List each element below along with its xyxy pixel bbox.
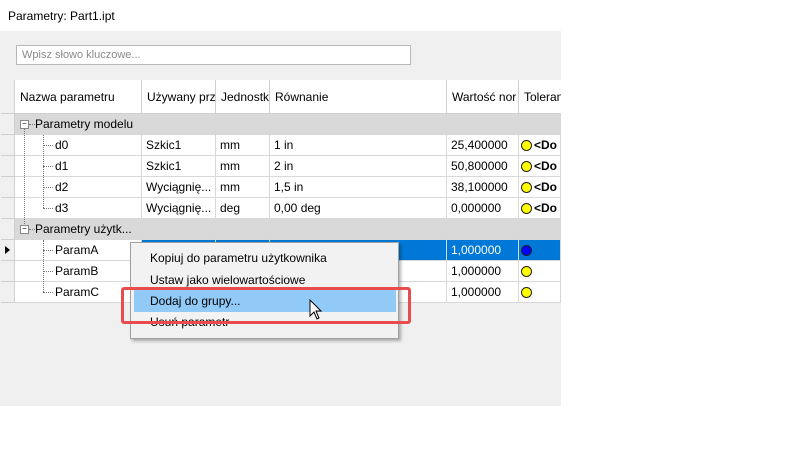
tree-line	[24, 129, 25, 230]
tolerance-dot-icon	[521, 287, 532, 298]
param-tolerance[interactable]: <Do	[519, 156, 561, 177]
tree-line	[29, 229, 35, 230]
search-input[interactable]: Wpisz słowo kluczowe...	[16, 45, 411, 65]
param-value: 1,000000	[447, 240, 519, 261]
tree-line	[43, 208, 53, 209]
collapse-user-group-icon[interactable]: −	[20, 225, 29, 234]
param-value: 1,000000	[447, 282, 519, 303]
param-tolerance[interactable]: <Do	[519, 177, 561, 198]
param-value: 0,000000	[447, 198, 519, 219]
tolerance-dot-icon	[521, 203, 532, 214]
param-used-in[interactable]: Wyciągnię...	[142, 177, 216, 198]
param-value: 1,000000	[447, 261, 519, 282]
tree-line	[43, 240, 44, 292]
row-header[interactable]	[1, 219, 15, 240]
tolerance-dot-icon	[521, 182, 532, 193]
column-header-nominal-value[interactable]: Wartość nor	[447, 80, 519, 114]
collapse-model-group-icon[interactable]: −	[20, 120, 29, 129]
mouse-cursor-icon	[309, 299, 323, 320]
param-value: 25,400000	[447, 135, 519, 156]
param-name[interactable]: d3	[15, 198, 142, 219]
column-header-equation[interactable]: Równanie	[270, 80, 447, 114]
param-used-in[interactable]: Wyciągnię...	[142, 198, 216, 219]
tolerance-dot-icon	[521, 245, 532, 256]
param-unit[interactable]: mm	[216, 156, 270, 177]
tolerance-dot-icon	[521, 140, 532, 151]
group-row-model[interactable]: Parametry modelu	[1, 114, 561, 135]
param-name[interactable]: d1	[15, 156, 142, 177]
table-row[interactable]: d3 Wyciągnię... deg 0,00 deg 0,000000 <D…	[1, 198, 561, 219]
group-row-user[interactable]: Parametry użytk...	[1, 219, 561, 240]
row-header[interactable]	[1, 198, 15, 219]
param-tolerance[interactable]: <Do	[519, 135, 561, 156]
param-unit[interactable]: mm	[216, 177, 270, 198]
row-header[interactable]	[1, 261, 15, 282]
param-equation[interactable]: 1 in	[270, 135, 447, 156]
param-tolerance[interactable]	[519, 261, 561, 282]
row-header-corner	[1, 80, 15, 114]
table-row[interactable]: d2 Wyciągnię... mm 1,5 in 38,100000 <Do	[1, 177, 561, 198]
param-equation[interactable]: 0,00 deg	[270, 198, 447, 219]
row-header[interactable]	[1, 114, 15, 135]
tolerance-dot-icon	[521, 266, 532, 277]
menu-item-copy-to-user-parameter[interactable]: Kopiuj do parametru użytkownika	[131, 247, 398, 269]
row-header[interactable]	[1, 177, 15, 198]
current-row-arrow-icon	[5, 246, 10, 254]
table-row[interactable]: d0 Szkic1 mm 1 in 25,400000 <Do	[1, 135, 561, 156]
param-name[interactable]: d0	[15, 135, 142, 156]
column-header-tolerance[interactable]: Toleran	[519, 80, 561, 114]
tree-line	[43, 292, 53, 293]
param-used-in[interactable]: Szkic1	[142, 135, 216, 156]
row-header[interactable]	[1, 135, 15, 156]
tree-line	[43, 145, 53, 146]
row-header[interactable]	[1, 282, 15, 303]
param-tolerance[interactable]	[519, 282, 561, 303]
param-unit[interactable]: deg	[216, 198, 270, 219]
tolerance-dot-icon	[521, 161, 532, 172]
row-header[interactable]	[1, 156, 15, 177]
tree-line	[43, 271, 53, 272]
param-tolerance[interactable]: <Do	[519, 198, 561, 219]
param-equation[interactable]: 2 in	[270, 156, 447, 177]
param-name[interactable]: ParamA	[15, 240, 142, 261]
tree-line	[43, 250, 53, 251]
param-used-in[interactable]: Szkic1	[142, 156, 216, 177]
param-equation[interactable]: 1,5 in	[270, 177, 447, 198]
param-value: 38,100000	[447, 177, 519, 198]
param-value: 50,800000	[447, 156, 519, 177]
tree-line	[43, 187, 53, 188]
param-tolerance[interactable]	[519, 240, 561, 261]
window-title: Parametry: Part1.ipt	[8, 9, 115, 23]
parameters-dialog: Parametry: Part1.ipt Wpisz słowo kluczow…	[0, 0, 561, 406]
column-header-name[interactable]: Nazwa parametru	[15, 80, 142, 114]
column-header-unit[interactable]: Jednostk	[216, 80, 270, 114]
row-header[interactable]	[1, 240, 15, 261]
annotation-highlight-box	[121, 287, 411, 324]
title-bar: Parametry: Part1.ipt	[0, 0, 561, 31]
tree-line	[29, 124, 35, 125]
param-unit[interactable]: mm	[216, 135, 270, 156]
tree-line	[43, 166, 53, 167]
table-row[interactable]: d1 Szkic1 mm 2 in 50,800000 <Do	[1, 156, 561, 177]
column-header-used[interactable]: Używany prz	[142, 80, 216, 114]
param-name[interactable]: d2	[15, 177, 142, 198]
param-name[interactable]: ParamB	[15, 261, 142, 282]
